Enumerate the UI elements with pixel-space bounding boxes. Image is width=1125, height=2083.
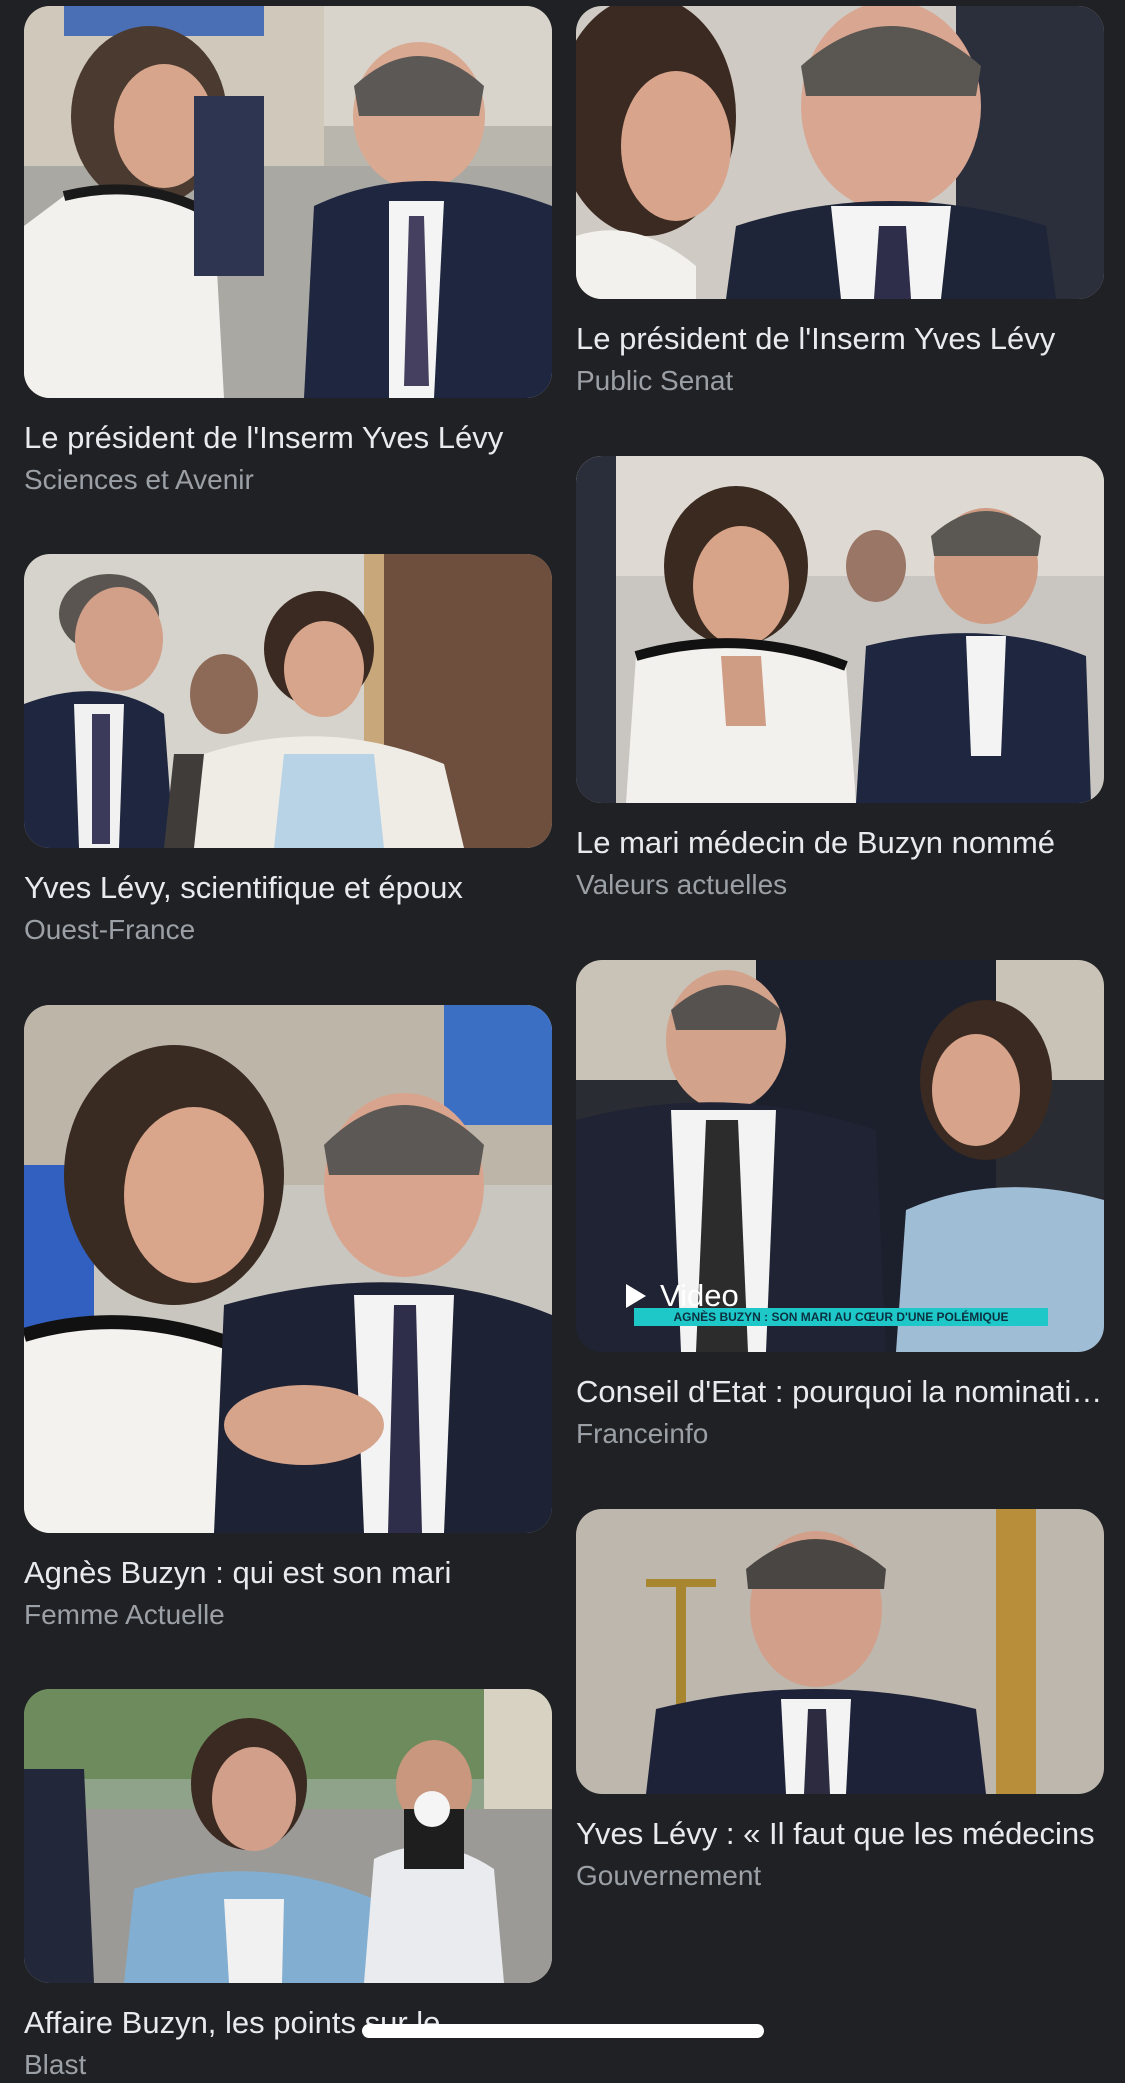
result-card[interactable]: Le président de l'Inserm Yves Lévy Scien…: [24, 6, 552, 498]
result-card[interactable]: Le président de l'Inserm Yves Lévy Publi…: [576, 6, 1104, 399]
photo-image: [576, 456, 1104, 803]
result-source: Ouest-France: [24, 914, 196, 945]
result-source: Blast: [24, 2049, 87, 2080]
result-title[interactable]: Yves Lévy : « Il faut que les médecins: [576, 1814, 1104, 1854]
play-icon: [626, 1284, 646, 1308]
result-title[interactable]: Le président de l'Inserm Yves Lévy: [576, 319, 1104, 359]
photo-image: [24, 1689, 552, 1983]
photo-image: [24, 1005, 552, 1533]
result-card[interactable]: Yves Lévy : « Il faut que les médecins G…: [576, 1509, 1104, 1894]
photo-image: [576, 6, 1104, 299]
result-card[interactable]: Yves Lévy, scientifique et époux Ouest-F…: [24, 554, 552, 948]
result-thumbnail[interactable]: Video AGNÈS BUZYN : SON MARI AU CŒUR D'U…: [576, 960, 1104, 1352]
result-source: Public Senat: [576, 365, 734, 396]
result-thumbnail[interactable]: [576, 6, 1104, 299]
news-ticker: AGNÈS BUZYN : SON MARI AU CŒUR D'UNE POL…: [634, 1308, 1048, 1326]
result-thumbnail[interactable]: [24, 1005, 552, 1533]
result-source: Valeurs actuelles: [576, 869, 788, 900]
result-thumbnail[interactable]: [576, 1509, 1104, 1794]
photo-image: [576, 1509, 1104, 1794]
home-indicator[interactable]: [362, 2024, 764, 2038]
result-thumbnail[interactable]: [24, 1689, 552, 1983]
result-card[interactable]: Agnès Buzyn : qui est son mari Femme Act…: [24, 1005, 552, 1633]
result-source: Sciences et Avenir: [24, 464, 254, 495]
result-card[interactable]: Video AGNÈS BUZYN : SON MARI AU CŒUR D'U…: [576, 960, 1104, 1452]
result-source: Femme Actuelle: [24, 1599, 225, 1630]
result-title[interactable]: Agnès Buzyn : qui est son mari: [24, 1553, 552, 1593]
photo-image: [24, 554, 552, 848]
result-source: Gouvernement: [576, 1860, 762, 1891]
result-title[interactable]: Le président de l'Inserm Yves Lévy: [24, 418, 552, 458]
result-title[interactable]: Yves Lévy, scientifique et époux: [24, 868, 552, 908]
photo-image: [24, 6, 552, 398]
result-title[interactable]: Conseil d'Etat : pourquoi la nomination: [576, 1372, 1104, 1412]
result-title[interactable]: Le mari médecin de Buzyn nommé: [576, 823, 1104, 863]
result-source: Franceinfo: [576, 1418, 709, 1449]
result-thumbnail[interactable]: [576, 456, 1104, 803]
result-thumbnail[interactable]: [24, 554, 552, 848]
result-thumbnail[interactable]: [24, 6, 552, 398]
result-card[interactable]: Le mari médecin de Buzyn nommé Valeurs a…: [576, 456, 1104, 903]
